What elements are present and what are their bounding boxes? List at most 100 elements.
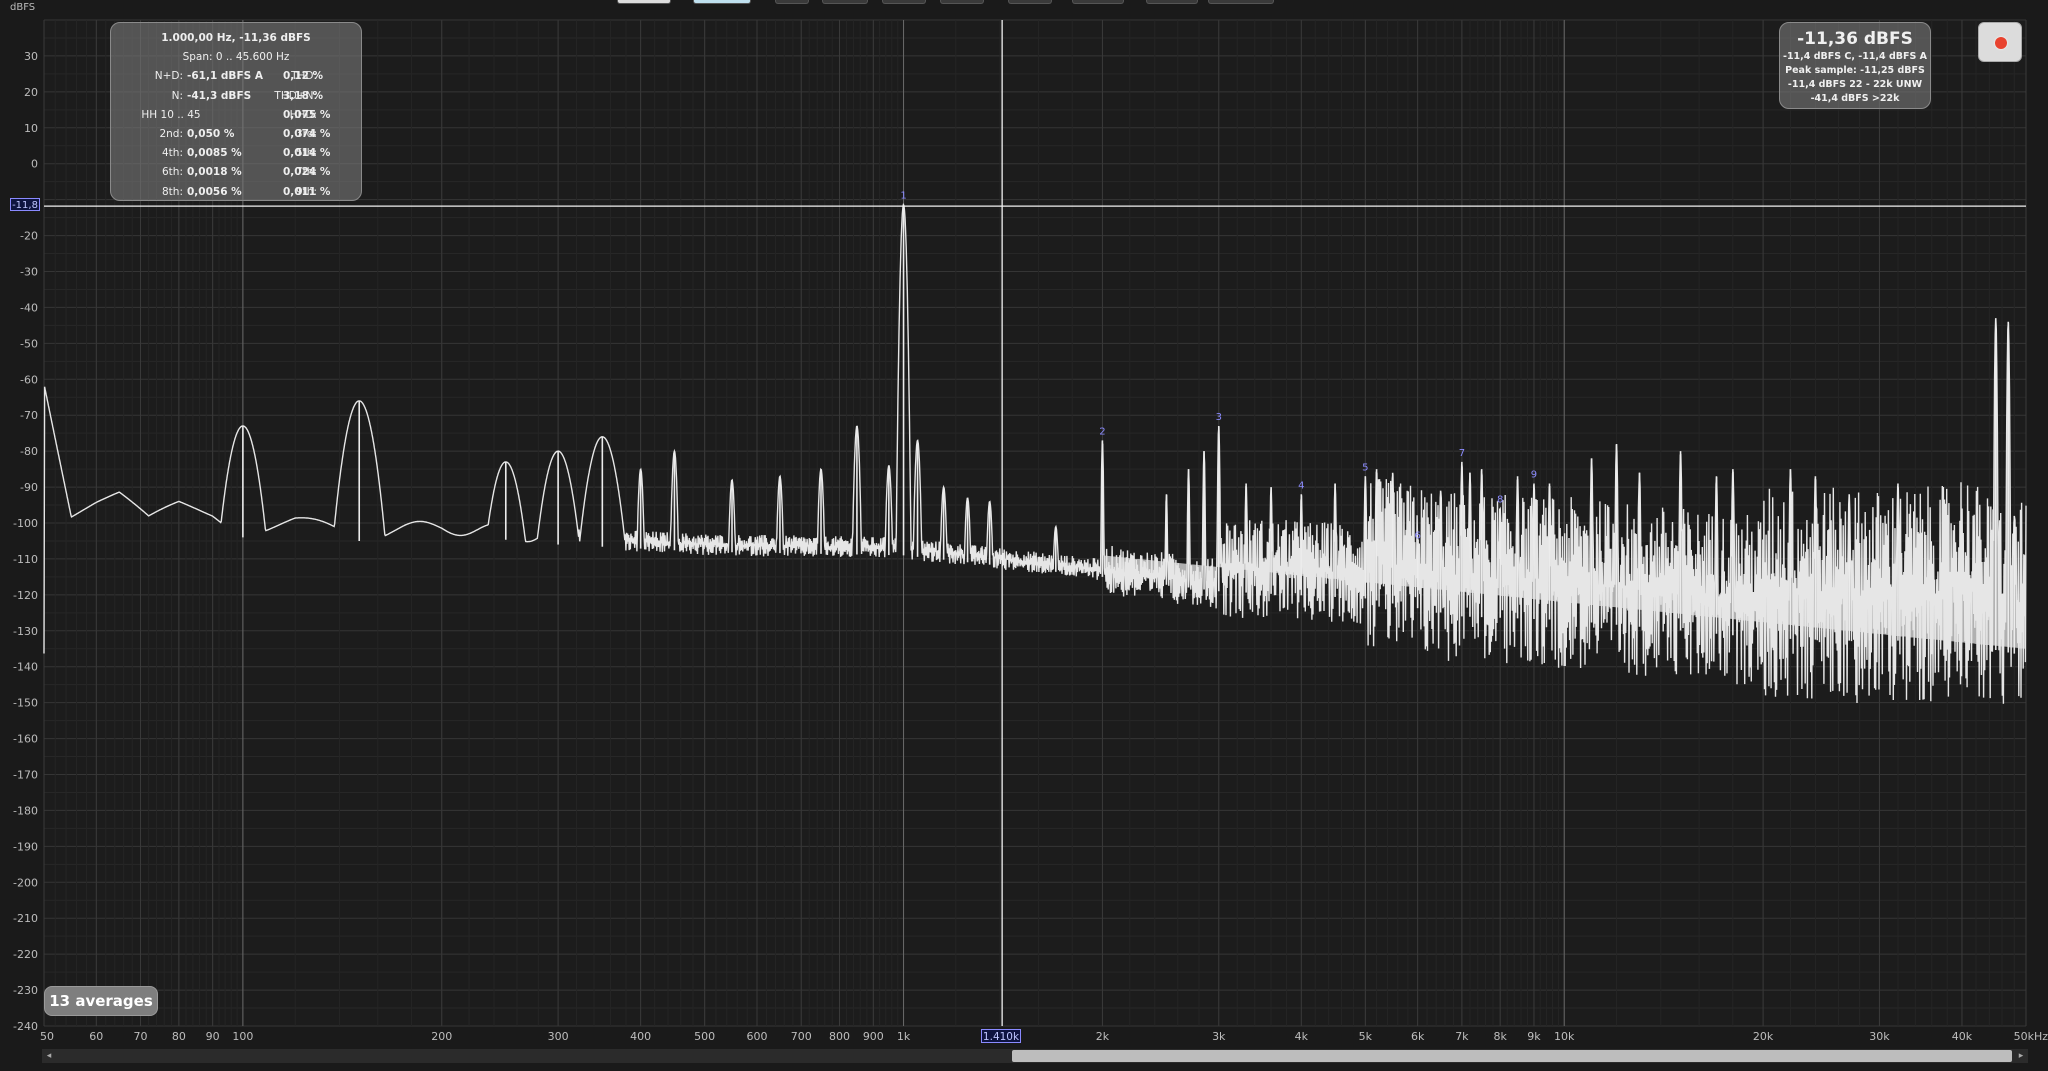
info-row: N: -41,3 dBFS THD+N: 3,18 % <box>111 87 361 106</box>
info-row: 4th: 0,0085 % 5th: 0,014 % <box>111 144 361 163</box>
y-tick-label: -40 <box>20 301 38 314</box>
info-label: 2nd: <box>159 127 183 140</box>
y-tick-label: -210 <box>13 912 38 925</box>
info-value: 0,014 % <box>283 147 331 160</box>
x-tick-label: 5k <box>1359 1030 1373 1043</box>
horizontal-scrollbar[interactable]: ◂ ▸ <box>42 1049 2028 1063</box>
y-tick-label: 0 <box>31 158 38 171</box>
x-tick-label: 900 <box>863 1030 884 1043</box>
info-span: Span: 0 .. 45.600 Hz <box>182 51 290 64</box>
harmonic-marker-label: 1 <box>900 191 906 202</box>
level-line: Peak sample: -11,25 dBFS <box>1785 65 1925 76</box>
y-tick-label: -240 <box>13 1020 38 1033</box>
info-value: 0,075 % <box>283 108 331 121</box>
level-readout-panel[interactable]: -11,36 dBFS -11,4 dBFS C, -11,4 dBFS A P… <box>1779 22 1931 109</box>
toolbar-button[interactable] <box>822 0 868 4</box>
y-tick-label: -220 <box>13 948 38 961</box>
y-tick-label: -150 <box>13 697 38 710</box>
info-row: 8th: 0,0056 % 9th: 0,011 % <box>111 183 361 202</box>
x-tick-label: 70 <box>134 1030 148 1043</box>
x-tick-label: 90 <box>206 1030 220 1043</box>
toolbar-button[interactable] <box>1008 0 1052 4</box>
record-icon <box>1995 37 2007 49</box>
toolbar-button[interactable] <box>693 0 751 4</box>
toolbar-button[interactable] <box>882 0 926 4</box>
x-tick-label: 100 <box>232 1030 253 1043</box>
y-tick-label: 10 <box>24 122 38 135</box>
y-tick-label: -30 <box>20 266 38 279</box>
y-tick-label: -110 <box>13 553 38 566</box>
info-label: N+D: <box>154 70 183 83</box>
y-tick-label: -120 <box>13 589 38 602</box>
y-tick-label: -170 <box>13 769 38 782</box>
info-row: N+D: -61,1 dBFS A THD: 0,12 % <box>111 67 361 86</box>
y-tick-label: -180 <box>13 804 38 817</box>
info-label: N: <box>171 89 183 102</box>
measurement-info-panel[interactable]: 1.000,00 Hz, -11,36 dBFS Span: 0 .. 45.6… <box>110 22 362 201</box>
x-tick-label: 2k <box>1096 1030 1110 1043</box>
level-line: -11,4 dBFS 22 - 22k UNW <box>1787 79 1923 90</box>
info-label: 4th: <box>162 147 183 160</box>
x-tick-label: 8k <box>1494 1030 1508 1043</box>
y-tick-label: -130 <box>13 625 38 638</box>
y-tick-label: -20 <box>20 230 38 243</box>
toolbar-button[interactable] <box>617 0 671 4</box>
toolbar-button[interactable] <box>1072 0 1124 4</box>
y-tick-label: -200 <box>13 876 38 889</box>
x-tick-label: 800 <box>829 1030 850 1043</box>
info-value: 0,011 % <box>283 185 331 198</box>
x-tick-label: 40k <box>1952 1030 1973 1043</box>
level-line: -41,4 dBFS >22k <box>1810 93 1900 104</box>
record-button[interactable] <box>1978 22 2022 62</box>
scroll-right-arrow-icon[interactable]: ▸ <box>2014 1049 2028 1063</box>
info-label: 8th: <box>162 185 183 198</box>
y-tick-label: -70 <box>20 409 38 422</box>
scroll-left-arrow-icon[interactable]: ◂ <box>42 1049 56 1063</box>
info-value: 0,024 % <box>283 166 331 179</box>
x-tick-label: 30k <box>1869 1030 1890 1043</box>
y-tick-label: -60 <box>20 373 38 386</box>
x-tick-label: 50 <box>40 1030 54 1043</box>
level-line: -11,4 dBFS C, -11,4 dBFS A <box>1783 51 1927 62</box>
x-tick-label: 4k <box>1295 1030 1309 1043</box>
cursor-y-readout: -11,8 <box>10 198 40 211</box>
info-value: 0,12 % <box>283 70 324 83</box>
y-tick-label: -140 <box>13 661 38 674</box>
x-tick-label: 80 <box>172 1030 186 1043</box>
harmonic-marker-label: 5 <box>1362 462 1368 473</box>
toolbar-button[interactable] <box>1208 0 1274 4</box>
info-row: HH 10 .. 45 HHD: 0,075 % <box>111 106 361 125</box>
x-tick-label: 50kHz <box>2014 1030 2048 1043</box>
x-tick-label: 300 <box>548 1030 569 1043</box>
x-tick-label: 200 <box>431 1030 452 1043</box>
x-tick-label: 3k <box>1212 1030 1226 1043</box>
cursor-x-readout: 1.410k <box>981 1029 1021 1043</box>
info-value: 3,18 % <box>283 89 324 102</box>
info-label: 6th: <box>162 166 183 179</box>
info-row: 2nd: 0,050 % 3rd: 0,074 % <box>111 125 361 144</box>
x-tick-label: 400 <box>630 1030 651 1043</box>
harmonic-marker-label: 8 <box>1497 495 1503 506</box>
averages-badge[interactable]: 13 averages <box>44 986 158 1016</box>
x-tick-label: 20k <box>1753 1030 1774 1043</box>
y-tick-label: -80 <box>20 445 38 458</box>
x-tick-label: 1k <box>897 1030 911 1043</box>
y-tick-label: -90 <box>20 481 38 494</box>
scrollbar-thumb[interactable] <box>1012 1050 2012 1062</box>
info-row: 6th: 0,0018 % 7th: 0,024 % <box>111 163 361 182</box>
toolbar-button[interactable] <box>775 0 809 4</box>
y-tick-label: -160 <box>13 733 38 746</box>
harmonic-marker-label: 9 <box>1531 469 1537 480</box>
y-tick-label: 20 <box>24 86 38 99</box>
x-tick-label: 7k <box>1455 1030 1469 1043</box>
x-tick-label: 600 <box>746 1030 767 1043</box>
toolbar-button[interactable] <box>1146 0 1198 4</box>
level-main: -11,36 dBFS <box>1797 29 1913 49</box>
x-tick-label: 9k <box>1527 1030 1541 1043</box>
y-tick-label: 30 <box>24 50 38 63</box>
toolbar-button[interactable] <box>940 0 984 4</box>
x-tick-label: 60 <box>89 1030 103 1043</box>
x-tick-label: 6k <box>1411 1030 1425 1043</box>
harmonic-marker-label: 4 <box>1298 480 1304 491</box>
harmonic-marker-label: 7 <box>1459 448 1465 459</box>
